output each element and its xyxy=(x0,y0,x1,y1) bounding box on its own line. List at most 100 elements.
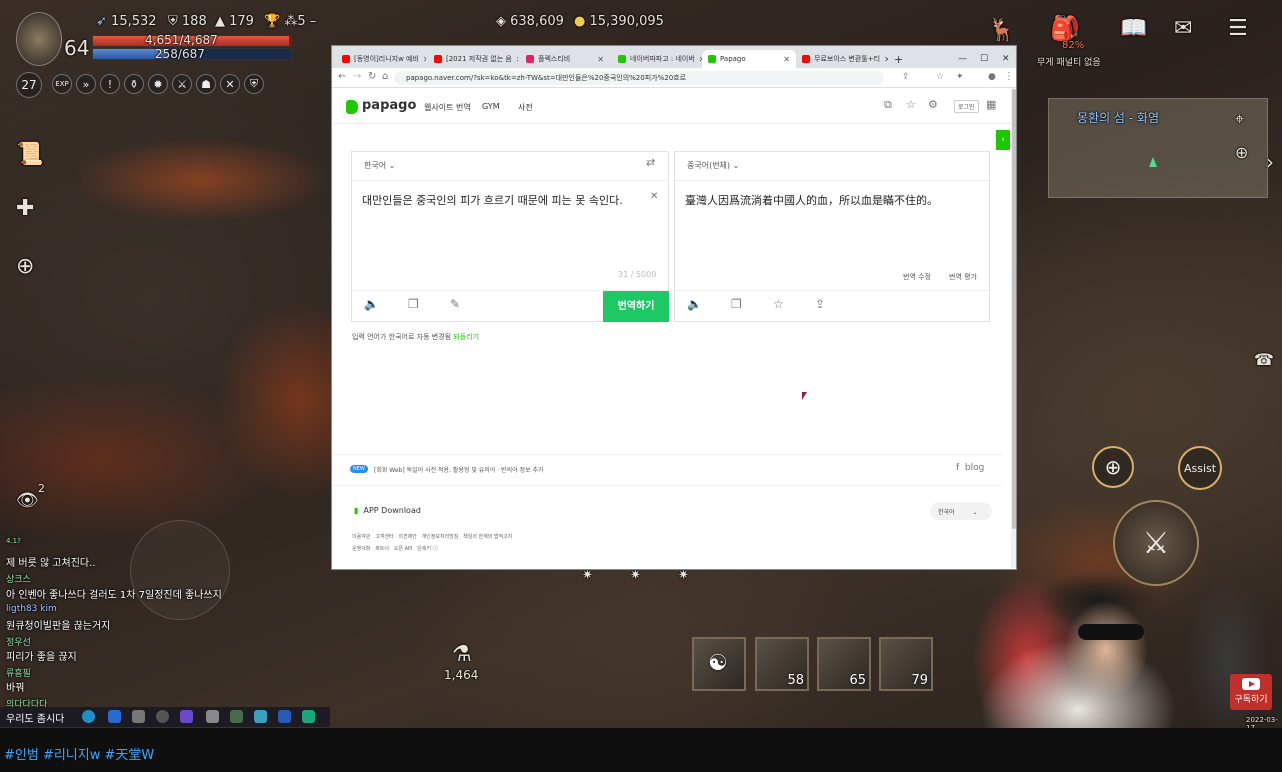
profile-icon[interactable]: ● xyxy=(988,72,996,82)
share-icon[interactable]: ⇪ xyxy=(815,297,825,311)
cross-buff-icon[interactable]: ✕ xyxy=(220,74,240,94)
translate-button[interactable]: 번역하기 xyxy=(603,291,669,322)
footer-link[interactable]: 파트너 xyxy=(375,546,389,552)
subscribe-button[interactable]: 구독하기 xyxy=(1230,674,1272,710)
potion-icon[interactable]: ⚗ xyxy=(452,642,472,667)
character-portrait[interactable] xyxy=(16,12,62,66)
footer-link[interactable]: 이용약관 xyxy=(352,534,370,540)
speaker-icon[interactable]: 🔈 xyxy=(364,297,379,311)
app-icon-8[interactable] xyxy=(278,710,291,723)
news-text[interactable]: [회화 Web] 독일어 사전 적용, 활용형 및 유의어 · 반의어 정보 추… xyxy=(374,465,544,474)
browser-tab-active[interactable]: Papago ✕ xyxy=(702,50,796,68)
close-tab-icon[interactable]: ✕ xyxy=(783,55,790,64)
source-language-select[interactable]: 한국어 ⌄ xyxy=(364,160,395,171)
sword-buff-icon[interactable]: ⚔ xyxy=(172,74,192,94)
target-language-select[interactable]: 중국어(번체) ⌄ xyxy=(687,160,739,171)
target-icon[interactable]: ⊕ xyxy=(16,254,34,279)
new-tab-button[interactable]: + xyxy=(888,50,909,68)
home-icon[interactable]: ⌂ xyxy=(382,71,388,82)
scrollbar[interactable] xyxy=(1011,88,1016,568)
login-button[interactable]: 로그인 xyxy=(954,100,979,113)
voice-icon[interactable]: ☎ xyxy=(1254,350,1274,369)
quest-scroll-icon[interactable]: 📜 xyxy=(16,142,43,167)
url-field[interactable]: papago.naver.com/?sk=ko&tk=zh-TW&st=대만인들… xyxy=(394,71,884,85)
potion-buff-icon[interactable]: ⚱ xyxy=(124,74,144,94)
clear-text-icon[interactable]: ✕ xyxy=(650,191,658,202)
favorite-icon[interactable]: ☆ xyxy=(906,98,916,111)
reload-icon[interactable]: ↻ xyxy=(368,71,376,82)
npc-icon[interactable]: 🦌 xyxy=(988,18,1015,43)
revert-link[interactable]: 되돌리기 xyxy=(453,333,479,341)
nav-website-translate[interactable]: 웹사이트 번역 xyxy=(424,102,471,113)
minimap[interactable]: 몽환의 섬 - 화염 ⌖ ⊕ xyxy=(1048,98,1268,198)
app-icon-7[interactable] xyxy=(254,710,267,723)
slot-icon-2[interactable]: ✷ xyxy=(630,568,641,583)
browser-tab[interactable]: 무료보이스 변환툴+티✕ xyxy=(796,50,888,68)
eye-icon[interactable]: 👁 xyxy=(16,490,39,511)
blog-link[interactable]: f blog xyxy=(956,463,984,473)
close-tab-icon[interactable]: ✕ xyxy=(597,55,604,64)
browser-tab[interactable]: [2021 저작권 없는 음 ✕ xyxy=(428,50,518,68)
footer-link[interactable]: 운영사항 xyxy=(352,546,370,552)
papago-logo[interactable]: papago xyxy=(362,98,416,113)
close-tab-icon[interactable]: ✕ xyxy=(516,55,518,64)
copy-icon[interactable]: ❐ xyxy=(731,297,742,311)
footer-link[interactable]: 오픈 API xyxy=(394,546,413,552)
extensions-icon[interactable]: ✦ xyxy=(956,72,964,82)
app-icon-9[interactable] xyxy=(302,710,315,723)
skill-slot-2[interactable]: 58 xyxy=(755,637,809,691)
person-buff-icon[interactable]: ☗ xyxy=(196,74,216,94)
minimize-icon[interactable]: — xyxy=(952,50,973,68)
app-download-link[interactable]: ▮ APP Download xyxy=(354,506,421,515)
exp-buff-icon[interactable]: EXP xyxy=(52,74,72,94)
book-icon[interactable]: 📖 xyxy=(1120,16,1147,41)
browser-tab[interactable]: 플렉스티비 ✕ xyxy=(520,50,610,68)
close-window-icon[interactable]: ✕ xyxy=(996,50,1016,68)
handwriting-icon[interactable]: ✎ xyxy=(450,297,460,311)
speed-buff-icon[interactable]: » xyxy=(76,74,96,94)
slot-icon-1[interactable]: ✷ xyxy=(582,568,593,583)
assist-button[interactable]: Assist xyxy=(1178,446,1222,490)
app-icon-4[interactable] xyxy=(180,710,193,723)
app-icon-2[interactable] xyxy=(132,710,145,723)
footer-link[interactable]: 단축키 xyxy=(417,546,431,552)
skill-slot-4[interactable]: 79 xyxy=(879,637,933,691)
app-icon-1[interactable] xyxy=(108,710,121,723)
favorite-icon[interactable]: ☆ xyxy=(773,297,784,311)
edit-translation-link[interactable]: 번역 수정 xyxy=(903,272,931,282)
gear-buff-icon[interactable]: ✹ xyxy=(148,74,168,94)
source-text-input[interactable]: 대만인들은 중국인의 피가 흐르기 때문에 피는 못 속인다. xyxy=(362,192,642,208)
share-icon[interactable]: ⇪ xyxy=(902,72,910,82)
app-grid-icon[interactable]: ▦ xyxy=(986,98,996,111)
alert-buff-icon[interactable]: ! xyxy=(100,74,120,94)
side-toggle[interactable]: ‹ xyxy=(996,130,1010,150)
menu-icon[interactable]: ☰ xyxy=(1228,16,1248,41)
app-icon-3[interactable] xyxy=(156,710,169,723)
nav-dictionary[interactable]: 사전 xyxy=(518,102,533,113)
bag-icon[interactable]: 🎒 xyxy=(1050,14,1080,42)
footer-link[interactable]: 의견제안 xyxy=(398,534,416,540)
footer-language-select[interactable]: 한국어 ⌄ xyxy=(930,502,992,520)
browser-tab[interactable]: 네이버파파고 : 네이버✕ xyxy=(612,50,702,68)
close-tab-icon[interactable]: ✕ xyxy=(423,55,426,64)
skill-slot-1[interactable]: ☯ xyxy=(692,637,746,691)
app-icon-6[interactable] xyxy=(230,710,243,723)
zoom-in-icon[interactable]: ⊕ xyxy=(1235,143,1248,162)
skill-slot-3[interactable]: 65 xyxy=(817,637,871,691)
copy-icon[interactable]: ❐ xyxy=(408,297,419,311)
speaker-icon[interactable]: 🔈 xyxy=(687,297,702,311)
side-arrow-icon[interactable]: › xyxy=(1266,150,1274,174)
swap-languages-icon[interactable]: ⇄ xyxy=(646,156,655,169)
app-icon-5[interactable] xyxy=(206,710,219,723)
browser-tab[interactable]: [동영이]리니지w 예비 ✕ xyxy=(336,50,426,68)
rate-translation-link[interactable]: 번역 평가 xyxy=(949,272,977,282)
maximize-icon[interactable]: ☐ xyxy=(974,50,994,68)
shield-buff-icon[interactable]: ⛨ xyxy=(244,74,264,94)
footer-link[interactable]: 고객센터 xyxy=(375,534,393,540)
edge-icon[interactable] xyxy=(82,710,95,723)
stream-hashtags[interactable]: #인범 #리니지w #天堂W xyxy=(4,744,154,763)
auto-target-button[interactable]: ⊕ xyxy=(1092,446,1134,488)
mail-icon[interactable]: ✉ xyxy=(1174,16,1192,41)
slot-icon-3[interactable]: ✷ xyxy=(678,568,689,583)
star-icon[interactable]: ☆ xyxy=(936,72,944,82)
